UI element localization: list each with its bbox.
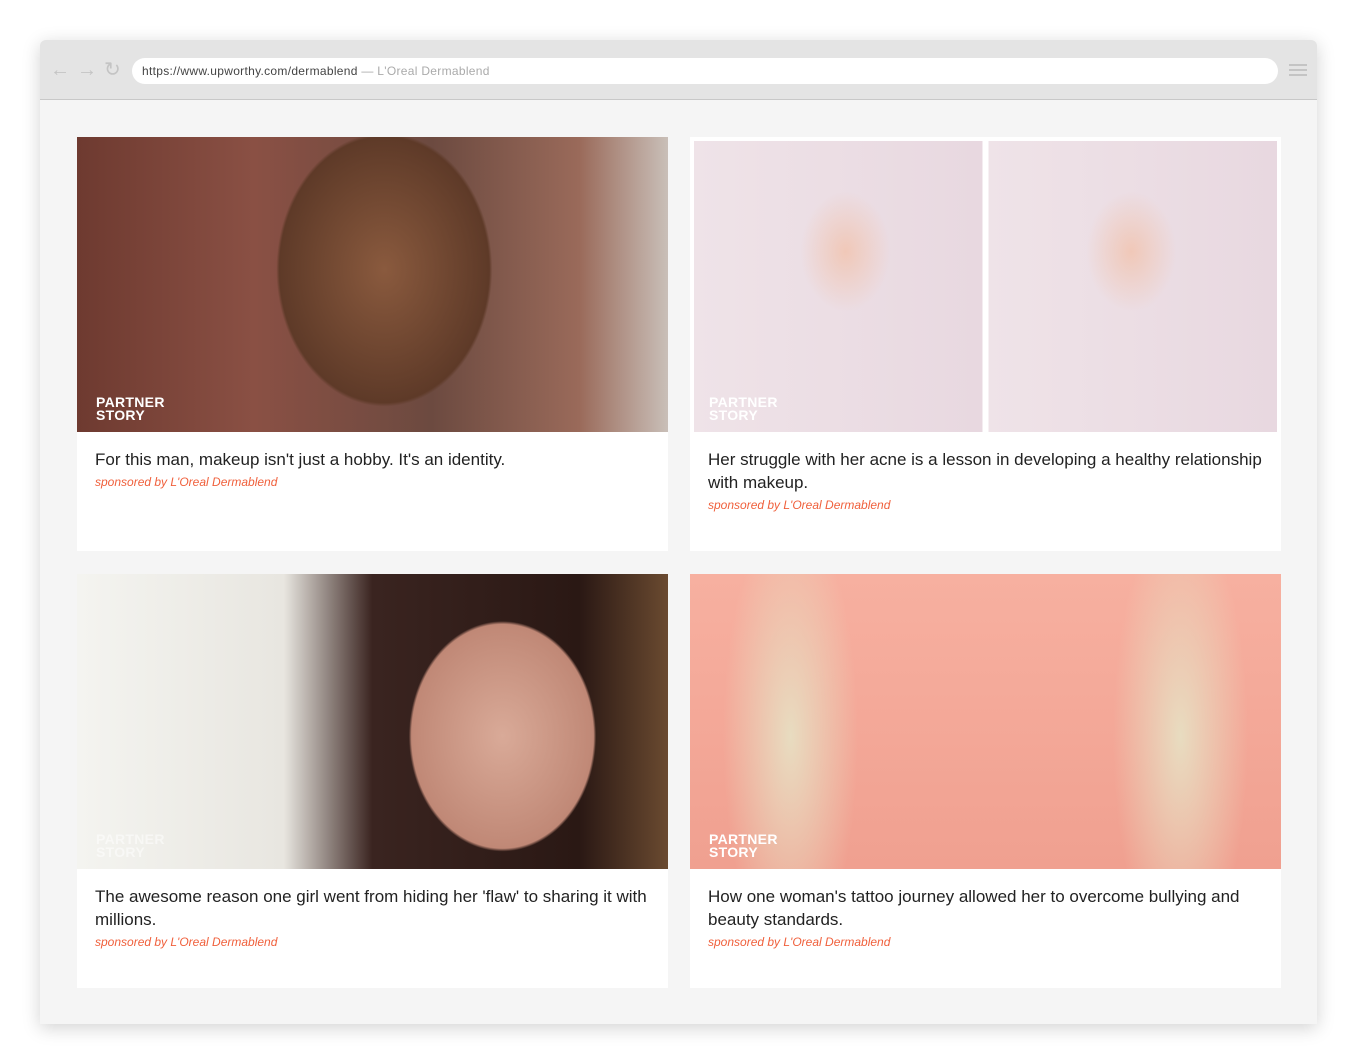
- browser-window: ← → ↻ https://www.upworthy.com/dermablen…: [40, 40, 1317, 1024]
- story-image[interactable]: PARTNER STORY: [77, 574, 668, 869]
- url-text: https://www.upworthy.com/dermablend: [142, 64, 358, 78]
- story-image[interactable]: PARTNER STORY: [77, 137, 668, 432]
- partner-story-badge: PARTNER STORY: [96, 831, 165, 860]
- sponsor-text: sponsored by L'Oreal Dermablend: [95, 935, 278, 949]
- story-title[interactable]: For this man, makeup isn't just a hobby.…: [95, 448, 650, 471]
- partner-story-badge: PARTNER STORY: [709, 394, 778, 423]
- sponsor-text: sponsored by L'Oreal Dermablend: [708, 498, 891, 512]
- sponsor-text: sponsored by L'Oreal Dermablend: [708, 935, 891, 949]
- partner-story-badge: PARTNER STORY: [709, 831, 778, 860]
- menu-icon[interactable]: [1289, 64, 1307, 79]
- story-title[interactable]: Her struggle with her acne is a lesson i…: [708, 448, 1263, 494]
- story-card[interactable]: PARTNER STORY The awesome reason one girl…: [77, 574, 668, 988]
- page-title: L'Oreal Dermablend: [377, 64, 490, 78]
- forward-icon[interactable]: →: [77, 60, 97, 80]
- sponsor-text: sponsored by L'Oreal Dermablend: [95, 475, 278, 489]
- back-icon[interactable]: ←: [50, 60, 70, 80]
- story-image[interactable]: PARTNER STORY: [690, 574, 1281, 869]
- browser-toolbar: ← → ↻ https://www.upworthy.com/dermablen…: [40, 40, 1317, 100]
- story-image[interactable]: PARTNER STORY: [690, 137, 1281, 432]
- reload-icon[interactable]: ↻: [104, 60, 121, 80]
- address-bar[interactable]: https://www.upworthy.com/dermablend — L'…: [132, 58, 1278, 84]
- story-card[interactable]: PARTNER STORY Her struggle with her acne …: [690, 137, 1281, 551]
- separator: —: [361, 64, 374, 78]
- story-card[interactable]: PARTNER STORY How one woman's tattoo jour…: [690, 574, 1281, 988]
- story-title[interactable]: The awesome reason one girl went from hi…: [95, 885, 650, 931]
- partner-story-badge: PARTNER STORY: [96, 394, 165, 423]
- story-card[interactable]: PARTNER STORY For this man, makeup isn't …: [77, 137, 668, 551]
- story-title[interactable]: How one woman's tattoo journey allowed h…: [708, 885, 1263, 931]
